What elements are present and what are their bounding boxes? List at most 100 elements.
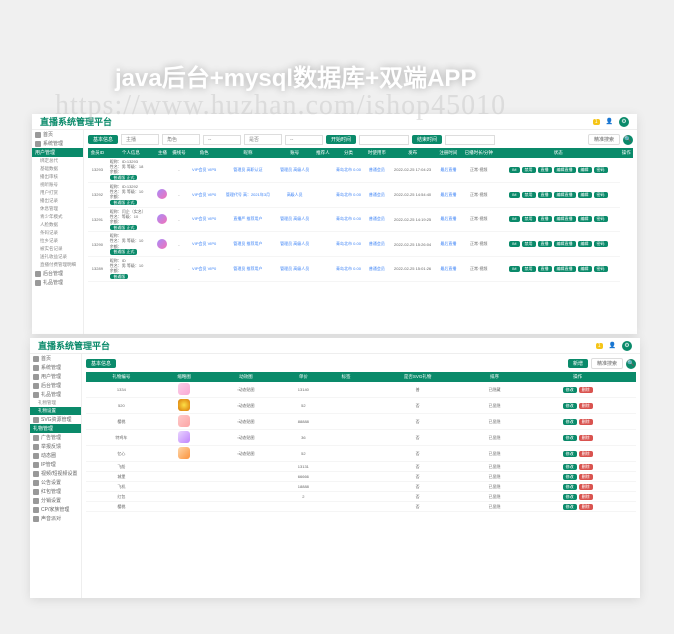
cell-rec[interactable]: 高级人员 <box>276 182 314 207</box>
action-btn[interactable]: 编辑 <box>578 167 592 173</box>
action-btn[interactable]: 直播 <box>538 266 552 272</box>
action-btn[interactable]: 修改 <box>563 451 577 457</box>
action-btn[interactable]: 直播 <box>538 241 552 247</box>
cell-coin2[interactable]: 普通会员 <box>365 207 389 232</box>
action-btn[interactable]: IM <box>509 167 519 173</box>
action-btn[interactable]: IM <box>509 216 519 222</box>
settings-icon[interactable]: ⚙ <box>622 341 632 351</box>
action-btn[interactable]: 编辑 <box>578 216 592 222</box>
action-btn[interactable]: 密码 <box>594 192 608 198</box>
sidebar-item-active[interactable]: 用户管理 <box>32 148 83 157</box>
sidebar-item[interactable]: 系统管理 <box>30 363 81 372</box>
cell-coin[interactable]: 青岛北市 0.00 <box>332 158 365 182</box>
sidebar-subitem[interactable]: 人脸数据 <box>32 221 83 229</box>
sidebar-item[interactable]: SVG资源管理 <box>30 415 81 424</box>
search-icon[interactable]: 🔍 <box>623 135 633 145</box>
action-btn[interactable]: 编辑直播 <box>554 192 576 198</box>
sidebar-item[interactable]: 礼品管理 <box>32 278 83 287</box>
sidebar-item[interactable]: CP/家族管理 <box>30 505 81 514</box>
cell-nick[interactable]: VIP会员 VIP0 <box>188 207 220 232</box>
action-btn[interactable]: IM <box>509 241 519 247</box>
sidebar-item[interactable]: 广告管理 <box>30 433 81 442</box>
basic-info-tab[interactable]: 基本信息 <box>86 359 116 368</box>
sidebar-item[interactable]: 后台管理 <box>30 381 81 390</box>
action-btn[interactable]: 禁用 <box>522 241 536 247</box>
sidebar-item[interactable]: 后台管理 <box>32 269 83 278</box>
action-btn[interactable]: 删除 <box>579 387 593 393</box>
cell-dur[interactable]: 最后直播 <box>436 207 460 232</box>
user-icon[interactable]: 👤 <box>609 342 616 349</box>
cell-rec[interactable]: 管理员 高级人员 <box>276 232 314 257</box>
action-btn[interactable]: 删除 <box>579 504 593 510</box>
sidebar-item[interactable]: 首页 <box>30 354 81 363</box>
sidebar-item[interactable]: 礼品管理 <box>30 390 81 399</box>
cell-rec[interactable]: 管理员 高级人员 <box>276 257 314 282</box>
sidebar-item[interactable]: 红包管理 <box>30 487 81 496</box>
sidebar-item[interactable]: 系统管理 <box>32 139 83 148</box>
cell-dur[interactable]: 最后直播 <box>436 158 460 182</box>
opt2-select[interactable]: -- <box>203 135 241 145</box>
sidebar-subitem[interactable]: 绑定总代 <box>32 157 83 165</box>
sidebar-item[interactable]: 举报反馈 <box>30 442 81 451</box>
start-time-btn[interactable]: 开始时间 <box>326 135 356 144</box>
notification-badge[interactable]: 1 <box>596 343 603 349</box>
cell-rec[interactable]: 管理员 高级人员 <box>276 158 314 182</box>
search-icon[interactable]: 🔍 <box>626 359 636 369</box>
sidebar-subitem[interactable]: 送礼收益记录 <box>32 253 83 261</box>
cell-dur[interactable]: 最后直播 <box>436 232 460 257</box>
action-btn[interactable]: 密码 <box>594 216 608 222</box>
cell-coin[interactable]: 青岛北市 0.00 <box>332 232 365 257</box>
notification-badge[interactable]: 1 <box>593 119 600 125</box>
action-btn[interactable]: 删除 <box>579 435 593 441</box>
sidebar-item[interactable]: IP管理 <box>30 460 81 469</box>
sidebar-subitem[interactable]: 基础数据 <box>32 165 83 173</box>
sidebar-item[interactable]: 声音派对 <box>30 514 81 523</box>
cell-acc[interactable]: 直播严 推荐用户 <box>220 207 276 232</box>
action-btn[interactable]: 删除 <box>579 484 593 490</box>
action-btn[interactable]: 删除 <box>579 419 593 425</box>
action-btn[interactable]: 修改 <box>563 484 577 490</box>
action-btn[interactable]: 编辑 <box>578 241 592 247</box>
action-btn[interactable]: 修改 <box>563 435 577 441</box>
action-btn[interactable]: 删除 <box>579 403 593 409</box>
cell-dur[interactable]: 最后直播 <box>436 257 460 282</box>
action-btn[interactable]: 密码 <box>594 241 608 247</box>
cell-rec[interactable]: 管理员 高级人员 <box>276 207 314 232</box>
action-btn[interactable]: 修改 <box>563 494 577 500</box>
cell-acc[interactable]: 管理员 推荐用户 <box>220 232 276 257</box>
action-btn[interactable]: IM <box>509 266 519 272</box>
sidebar-subitem[interactable]: 直播付费管理明细 <box>32 261 83 269</box>
add-btn[interactable]: 新增 <box>568 359 588 368</box>
sidebar-item[interactable]: 动态圈 <box>30 451 81 460</box>
action-btn[interactable]: 禁用 <box>522 167 536 173</box>
action-btn[interactable]: 修改 <box>563 474 577 480</box>
cell-acc[interactable]: 管理员 推荐用户 <box>220 257 276 282</box>
cell-coin[interactable]: 青岛北市 0.00 <box>332 257 365 282</box>
cell-dur[interactable]: 最后直播 <box>436 182 460 207</box>
end-time-input[interactable] <box>445 135 495 145</box>
action-btn[interactable]: 删除 <box>579 464 593 470</box>
bool-select[interactable]: 是否 <box>244 134 282 145</box>
action-btn[interactable]: 修改 <box>563 504 577 510</box>
action-btn[interactable]: 禁用 <box>522 216 536 222</box>
cell-nick[interactable]: VIP会员 VIP5 <box>188 158 220 182</box>
sidebar-item[interactable]: 公告设置 <box>30 478 81 487</box>
action-btn[interactable]: IM <box>509 192 519 198</box>
cell-coin2[interactable]: 普通会员 <box>365 257 389 282</box>
sidebar-subitem-active[interactable]: 礼物设置 <box>30 407 81 415</box>
action-btn[interactable]: 修改 <box>563 464 577 470</box>
start-time-input[interactable] <box>359 135 409 145</box>
opt4-select[interactable]: -- <box>285 135 323 145</box>
cell-nick[interactable]: VIP会员 VIP0 <box>188 232 220 257</box>
sidebar-subitem[interactable]: 礼物管理 <box>30 399 81 407</box>
action-btn[interactable]: 修改 <box>563 419 577 425</box>
cell-coin2[interactable]: 普通会员 <box>365 232 389 257</box>
action-btn[interactable]: 密码 <box>594 167 608 173</box>
clear-btn[interactable]: 精准搜索 <box>588 134 620 145</box>
cell-coin2[interactable]: 普通会员 <box>365 182 389 207</box>
sidebar-subitem[interactable]: 青少年模式 <box>32 213 83 221</box>
sidebar-subitem[interactable]: 播出记录 <box>32 197 83 205</box>
action-btn[interactable]: 编辑 <box>578 266 592 272</box>
sidebar-subitem[interactable]: 视听账号 <box>32 181 83 189</box>
sidebar-subitem[interactable]: 条码记录 <box>32 229 83 237</box>
